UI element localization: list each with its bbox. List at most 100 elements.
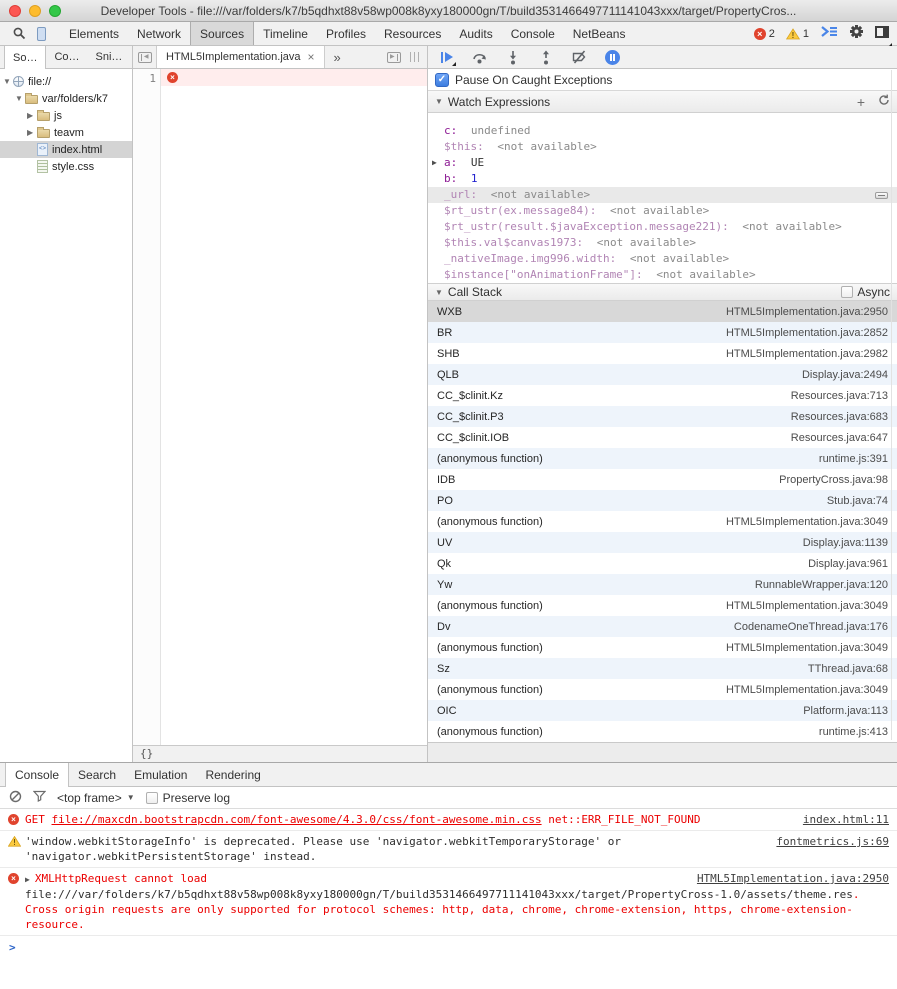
watch-expression[interactable]: _url: <not available>	[428, 187, 897, 203]
callstack-frame[interactable]: Qk Display.java:961	[428, 553, 897, 574]
callstack-frame[interactable]: (anonymous function) HTML5Implementation…	[428, 511, 897, 532]
callstack-frame[interactable]: (anonymous function) HTML5Implementation…	[428, 595, 897, 616]
sidebar-tab[interactable]: Co…	[46, 46, 87, 68]
callstack-frame[interactable]: PO Stub.java:74	[428, 490, 897, 511]
drawer-tab[interactable]: Rendering	[196, 763, 269, 786]
panel-tab[interactable]: NetBeans	[564, 22, 635, 45]
tree-item[interactable]: js	[0, 107, 132, 124]
frame-location[interactable]: Resources.java:683	[791, 411, 888, 423]
disclosure-icon[interactable]	[27, 111, 37, 120]
frame-location[interactable]: RunnableWrapper.java:120	[755, 579, 888, 591]
warning-count-badge[interactable]: ! 1	[786, 28, 809, 40]
device-mode-button[interactable]	[30, 22, 52, 45]
panel-tab[interactable]: Profiles	[317, 22, 375, 45]
console-message-error[interactable]: index.html:11 GET file://maxcdn.bootstra…	[0, 809, 897, 831]
disclosure-icon[interactable]	[27, 128, 37, 137]
zoom-window-button[interactable]	[49, 5, 61, 17]
async-checkbox[interactable]	[841, 286, 853, 298]
callstack-frame[interactable]: QLB Display.java:2494	[428, 364, 897, 385]
callstack-frame[interactable]: CC_$clinit.P3 Resources.java:683	[428, 406, 897, 427]
tree-item[interactable]: teavm	[0, 124, 132, 141]
callstack-frame[interactable]: IDB PropertyCross.java:98	[428, 469, 897, 490]
watch-expression[interactable]: a: UE	[428, 155, 897, 171]
panel-tab[interactable]: Console	[502, 22, 564, 45]
drawer-tab[interactable]: Emulation	[125, 763, 196, 786]
frame-location[interactable]: HTML5Implementation.java:3049	[726, 516, 888, 528]
frame-location[interactable]: HTML5Implementation.java:2950	[726, 306, 888, 318]
frame-location[interactable]: Display.java:961	[808, 558, 888, 570]
tree-item[interactable]: var/folders/k7	[0, 90, 132, 107]
more-tabs-button[interactable]	[325, 46, 350, 68]
close-window-button[interactable]	[9, 5, 21, 17]
frame-location[interactable]: Stub.java:74	[827, 495, 888, 507]
frame-location[interactable]: HTML5Implementation.java:3049	[726, 642, 888, 654]
inspect-element-button[interactable]	[8, 22, 30, 45]
watch-expression[interactable]: _nativeImage.img996.width: <not availabl…	[428, 251, 897, 267]
frame-location[interactable]: Display.java:1139	[803, 537, 888, 549]
step-out-button[interactable]	[538, 49, 554, 65]
toggle-drawer-button[interactable]	[820, 25, 838, 43]
frame-location[interactable]: Display.java:2494	[802, 369, 888, 381]
frame-location[interactable]: runtime.js:391	[819, 453, 888, 465]
minimize-window-button[interactable]	[29, 5, 41, 17]
callstack-frame[interactable]: Dv CodenameOneThread.java:176	[428, 616, 897, 637]
watch-expression[interactable]: $instance["onAnimationFrame"]: <not avai…	[428, 267, 897, 283]
panel-tab[interactable]: Timeline	[254, 22, 317, 45]
panel-tab[interactable]: Elements	[60, 22, 128, 45]
panel-tab[interactable]: Network	[128, 22, 190, 45]
frame-location[interactable]: runtime.js:413	[819, 726, 888, 738]
frame-location[interactable]: HTML5Implementation.java:2852	[726, 327, 888, 339]
frame-location[interactable]: PropertyCross.java:98	[779, 474, 888, 486]
message-source-link[interactable]: HTML5Implementation.java:2950	[697, 871, 889, 886]
preserve-log-checkbox[interactable]	[146, 792, 158, 804]
dock-side-button[interactable]	[875, 25, 889, 43]
step-into-button[interactable]	[505, 49, 521, 65]
callstack-frame[interactable]: OIC Platform.java:113	[428, 700, 897, 721]
pause-on-caught-checkbox[interactable]	[435, 73, 449, 87]
expand-message-icon[interactable]	[25, 875, 30, 884]
panel-right-icon[interactable]	[387, 52, 401, 63]
delete-watch-icon[interactable]	[875, 192, 888, 199]
frame-location[interactable]: HTML5Implementation.java:3049	[726, 600, 888, 612]
close-tab-icon[interactable]	[308, 50, 315, 64]
tree-item[interactable]: index.html	[0, 141, 132, 158]
console-prompt[interactable]: >	[0, 936, 897, 959]
watch-expression[interactable]: $this: <not available>	[428, 139, 897, 155]
panel-tab[interactable]: Resources	[375, 22, 450, 45]
pretty-print-button[interactable]: {}	[140, 747, 153, 760]
callstack-frame[interactable]: WXB HTML5Implementation.java:2950	[428, 301, 897, 322]
tree-item[interactable]: file://	[0, 73, 132, 90]
splitter-grip-icon[interactable]	[410, 52, 419, 62]
disclosure-icon[interactable]	[15, 94, 25, 103]
callstack-frame[interactable]: CC_$clinit.Kz Resources.java:713	[428, 385, 897, 406]
request-url-link[interactable]: file://maxcdn.bootstrapcdn.com/font-awes…	[52, 813, 542, 826]
settings-button[interactable]	[849, 24, 864, 44]
watch-expression[interactable]: $rt_ustr(ex.message84): <not available>	[428, 203, 897, 219]
frame-location[interactable]: HTML5Implementation.java:3049	[726, 684, 888, 696]
panel-tab[interactable]: Audits	[450, 22, 501, 45]
call-stack-header[interactable]: Call Stack Async	[428, 283, 897, 301]
frame-location[interactable]: Resources.java:713	[791, 390, 888, 402]
watch-expression[interactable]: $this.val$canvas1973: <not available>	[428, 235, 897, 251]
sidebar-tab[interactable]: So…	[4, 46, 46, 69]
frame-location[interactable]: Platform.java:113	[803, 705, 888, 717]
resume-button[interactable]	[439, 49, 455, 65]
deactivate-breakpoints-button[interactable]	[571, 49, 587, 65]
disclosure-icon[interactable]	[3, 77, 13, 86]
callstack-frame[interactable]: (anonymous function) runtime.js:413	[428, 721, 897, 742]
callstack-frame[interactable]: UV Display.java:1139	[428, 532, 897, 553]
callstack-frame[interactable]: (anonymous function) HTML5Implementation…	[428, 679, 897, 700]
message-source-link[interactable]: fontmetrics.js:69	[776, 834, 889, 849]
tree-item[interactable]: style.css	[0, 158, 132, 175]
pause-on-caught-row[interactable]: Pause On Caught Exceptions	[428, 69, 897, 91]
callstack-frame[interactable]: Sz TThread.java:68	[428, 658, 897, 679]
frame-location[interactable]: CodenameOneThread.java:176	[734, 621, 888, 633]
callstack-frame[interactable]: SHB HTML5Implementation.java:2982	[428, 343, 897, 364]
frame-location[interactable]: Resources.java:647	[791, 432, 888, 444]
editor-tab[interactable]: HTML5Implementation.java	[157, 46, 325, 68]
drawer-tab[interactable]: Search	[69, 763, 125, 786]
preserve-log-toggle[interactable]: Preserve log	[146, 791, 230, 805]
error-line[interactable]	[161, 69, 427, 86]
callstack-frame[interactable]: BR HTML5Implementation.java:2852	[428, 322, 897, 343]
clear-console-button[interactable]	[9, 790, 22, 806]
